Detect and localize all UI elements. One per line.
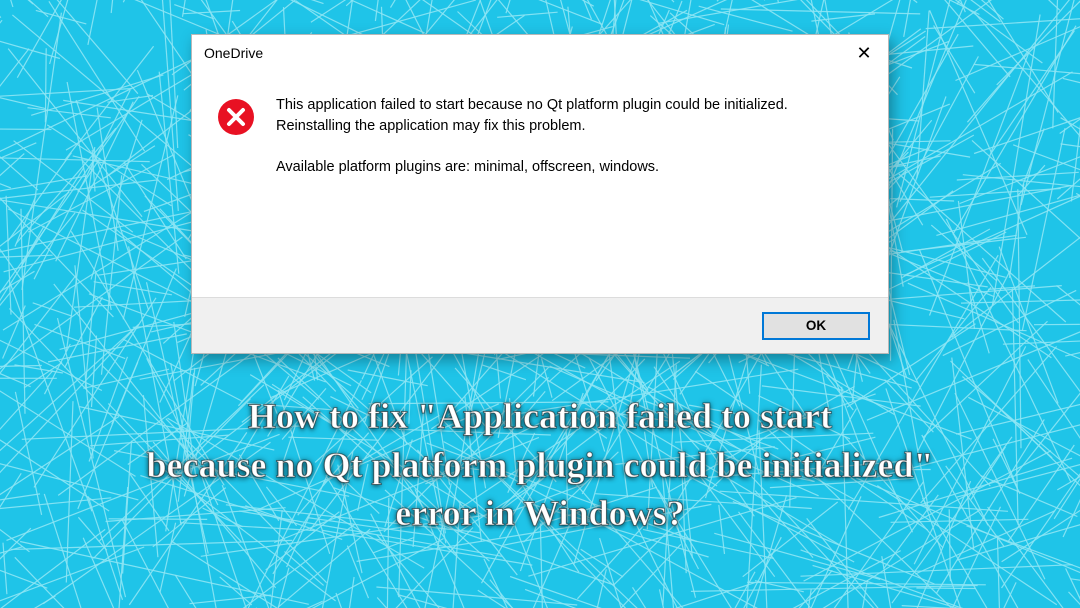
dialog-titlebar[interactable]: OneDrive ✕ — [192, 35, 888, 71]
dialog-footer: OK — [192, 297, 888, 353]
ok-button-label: OK — [806, 318, 826, 333]
error-icon — [216, 97, 256, 137]
background: OneDrive ✕ This application failed to st… — [0, 0, 1080, 608]
ok-button[interactable]: OK — [762, 312, 870, 340]
plugins-message: Available platform plugins are: minimal,… — [276, 157, 864, 178]
dialog-text: This application failed to start because… — [276, 95, 864, 297]
article-caption: How to fix "Application failed to start … — [0, 392, 1080, 538]
close-button[interactable]: ✕ — [848, 41, 880, 65]
error-dialog: OneDrive ✕ This application failed to st… — [191, 34, 889, 354]
error-message: This application failed to start because… — [276, 95, 864, 137]
close-icon: ✕ — [856, 43, 871, 64]
dialog-title: OneDrive — [204, 45, 263, 61]
dialog-body: This application failed to start because… — [192, 71, 888, 297]
